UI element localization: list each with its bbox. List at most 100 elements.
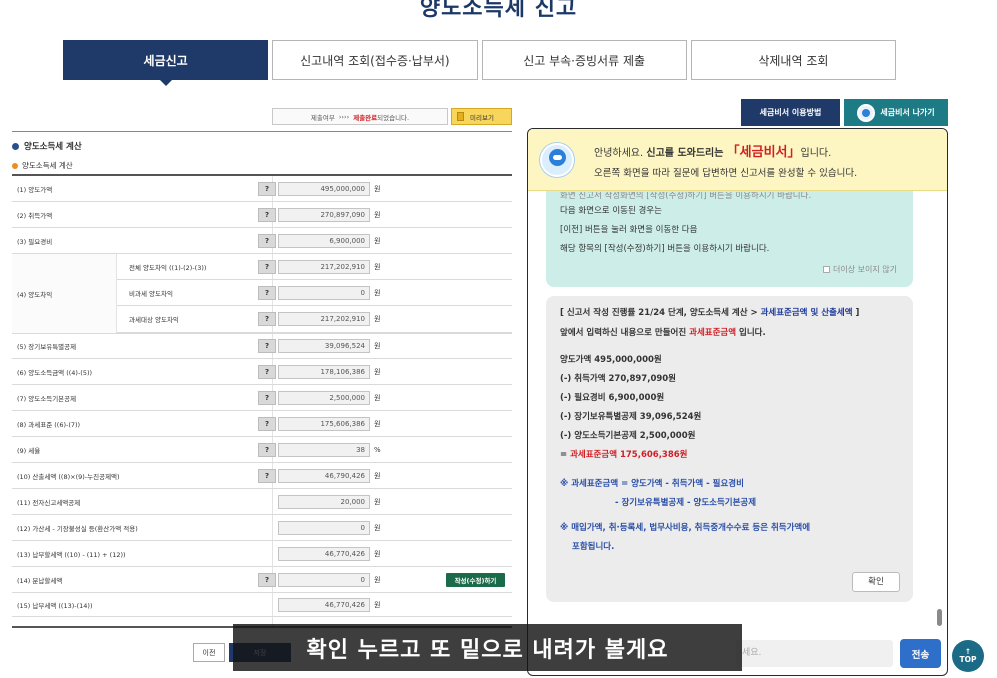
value-field: 39,096,524 [278,338,370,353]
summary-bubble: [ 신고서 작성 진행률 21/24 단계, 양도소득세 계산 > 과세표준금액… [546,296,913,602]
main-tabs: 세금신고 신고내역 조회(접수증·납부서) 신고 부속·증빙서류 제출 삭제내역… [63,40,896,86]
table-row: (9) 세율 ? 38 % [12,437,512,463]
intro-highlight: 과세표준금액 [689,328,737,338]
intro-prefix: 앞에서 입력하신 내용으로 만들어진 [560,328,690,338]
video-subtitle: 확인 누르고 또 밑으로 내려가 볼게요 [233,624,742,671]
unit: 원 [374,315,381,323]
chat-scrollbar[interactable] [937,609,942,626]
value-field: 46,790,426 [278,468,370,483]
row-label: (12) 가산세 - 기장불성실 등(환산가액 적용) [17,524,138,533]
help-text: 신고를 도와드리는 [646,148,724,159]
help-button[interactable]: ? [258,442,276,457]
row-label: (10) 산출세액 ((8)×(9)-누진공제액) [17,472,120,481]
help-button[interactable]: ? [258,338,276,353]
assistant-avatar-icon [857,103,876,122]
greet: 안녕하세요. [594,148,644,159]
value-field: 178,106,386 [278,364,370,379]
send-button[interactable]: 전송 [900,639,941,668]
result-value: 과세표준금액 175,606,386원 [570,450,688,460]
status-suffix: 되었습니다. [377,113,410,122]
submission-status: 제출여부 ›››› 제출완료되었습니다. [272,108,448,125]
info-line: [이전] 버튼을 눌러 화면을 이동한 다음 [560,225,698,235]
dont-show-again[interactable]: 더이상 보이지 않기 [823,260,897,279]
status-prefix: 제출여부 [310,113,335,122]
calc-line: (-) 필요경비 6,900,000원 [560,393,665,403]
acquisition-note: ※ 매입가액, 취·등록세, 법무사비용, 취득중개수수료 등은 취득가액에 포… [560,519,899,557]
step-suffix: ] [852,308,860,318]
unit: 원 [374,184,381,193]
help-button[interactable]: ? [258,259,276,274]
help-button[interactable]: ? [258,312,276,326]
help-button[interactable]: ? [258,364,276,379]
unit: % [374,445,381,454]
checkbox[interactable] [823,266,831,273]
edit-installment-button[interactable]: 작성(수정)하기 [446,572,505,587]
value-field: 46,770,426 [278,546,370,561]
section-divider [12,131,512,132]
assistant-chat-panel: 안녕하세요. 신고를 도와드리는 「세금비서」입니다. 오른쪽 화면을 따라 질… [527,128,948,676]
calc-line: 양도가액 495,000,000원 [560,355,662,365]
help-button[interactable]: ? [258,468,276,483]
confirm-button[interactable]: 확인 [852,572,900,592]
unit: 원 [374,262,381,271]
note-line: 포함됩니다. [572,542,615,552]
group-label-cell: (4) 양도차익 [12,254,117,333]
faded-line: 화면 신고서 작성화면의 [작성(수정)하기] 버튼을 이용하시기 바랍니다. [560,192,812,200]
row-label: (1) 양도가액 [17,185,53,194]
row-label: (7) 양도소득기본공제 [17,394,77,403]
table-row: (2) 취득가액 ? 270,897,090 원 [12,202,512,228]
help-button[interactable]: ? [258,233,276,248]
unit: 원 [374,367,381,376]
row-sublabel: 전체 양도차익 ((1)-(2)-(3)) [129,263,207,272]
table-row: (14) 분납할세액 ? 0 원 작성(수정)하기 [12,567,512,593]
greet-end: 입니다. [800,148,832,159]
table-row: (7) 양도소득기본공제 ? 2,500,000 원 [12,385,512,411]
help-button[interactable]: ? [258,207,276,222]
preview-button[interactable]: 미리보기 [451,108,512,125]
help-button[interactable]: ? [258,181,276,196]
row-label: (15) 납부세액 ((13)-(14)) [17,601,93,610]
row-label: (11) 전자신고세액공제 [17,498,81,507]
row-sublabel: 과세대상 양도차익 [129,316,179,324]
note-line: - 장기보유특별공제 - 양도소득기본공제 [615,498,757,508]
sub-title-text: 양도소득세 계산 [22,161,73,170]
unit: 원 [374,549,381,558]
value-field: 495,000,000 [278,181,370,196]
help-button[interactable]: ? [258,390,276,405]
help-button[interactable]: ? [258,416,276,431]
top-label: TOP [959,655,977,664]
intro-text: 앞에서 입력하신 내용으로 만들어진 과세표준금액 입니다. [560,326,899,341]
page-title: 양도소득세 신고 [419,0,578,21]
note-line: ※ 과세표준금액 = 양도가액 - 취득가액 - 필요경비 [560,479,744,489]
row-label: (6) 양도소득금액 ((4)-(5)) [17,368,93,377]
prev-button[interactable]: 이전 [193,643,225,662]
scroll-top-button[interactable]: ↑ TOP [952,640,984,672]
unit: 원 [374,341,381,350]
bullet-icon [12,162,18,169]
tab-deletion-history[interactable]: 삭제내역 조회 [690,40,896,80]
tab-tax-filing[interactable]: 세금신고 [63,40,269,86]
value-field: 46,770,426 [278,597,370,612]
row-label: (14) 분납할세액 [17,576,63,585]
table-row: (6) 양도소득금액 ((4)-(5)) ? 178,106,386 원 [12,359,512,385]
dont-show-label: 더이상 보이지 않기 [833,265,897,274]
help-button[interactable]: ? [258,572,276,587]
tab-filing-history[interactable]: 신고내역 조회(접수증·납부서) [272,40,478,80]
chat-input[interactable]: 세요. [736,640,893,667]
guide-button[interactable]: 세금비서 이용방법 [741,99,840,126]
value-field: 270,897,090 [278,207,370,222]
help-button[interactable]: ? [258,285,276,300]
unit: 원 [374,393,381,402]
unit: 원 [374,288,381,297]
table-row: (12) 가산세 - 기장불성실 등(환산가액 적용) 0 원 [12,515,512,541]
sub-title: 양도소득세 계산 [12,160,73,171]
status-done: 제출완료 [353,113,378,122]
tab-document-submission[interactable]: 신고 부속·증빙서류 제출 [481,40,687,80]
exit-assistant-button[interactable]: 세금비서 나가기 [844,99,948,126]
unit: 원 [374,600,381,609]
chat-header: 안녕하세요. 신고를 도와드리는 「세금비서」입니다. 오른쪽 화면을 따라 질… [528,129,947,191]
value-field: 0 [278,520,370,535]
row-label: (8) 과세표준 ((6)-(7)) [17,420,81,429]
row-sublabel: 비과세 양도차익 [129,289,173,298]
exit-label: 세금비서 나가기 [880,108,935,117]
